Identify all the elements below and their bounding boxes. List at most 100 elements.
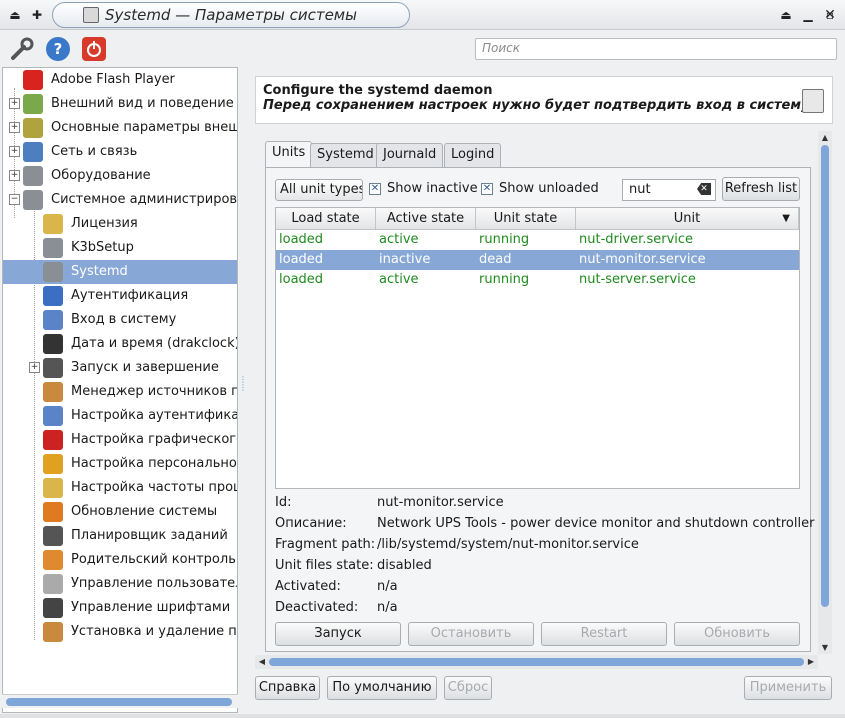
apply-button[interactable]: Применить	[744, 676, 832, 700]
tree-item[interactable]: + Внешний вид и поведение с	[3, 92, 237, 116]
expand-icon[interactable]: +	[9, 146, 20, 157]
detail-label: Id:	[275, 495, 292, 510]
window-menu-icon[interactable]: ✚	[28, 6, 46, 24]
column-header-unit[interactable]: Unit ▼	[576, 208, 799, 230]
tree-item[interactable]: − Системное администрирова	[3, 188, 237, 212]
expand-icon[interactable]: +	[9, 98, 20, 109]
minimize-icon[interactable]: ▁	[799, 6, 817, 24]
detail-value: /lib/systemd/system/nut-monitor.service	[377, 537, 639, 552]
scroll-up-icon[interactable]: ▲	[818, 133, 832, 142]
tree-item[interactable]: + Оборудование	[3, 164, 237, 188]
tree-item[interactable]: Установка и удаление пр	[3, 620, 237, 644]
help-button[interactable]: Справка	[255, 676, 320, 700]
tree-item[interactable]: + Запуск и завершение	[3, 356, 237, 380]
tree-item[interactable]: Управление пользовател	[3, 572, 237, 596]
module-subtitle: Перед сохранением настроек нужно будет п…	[263, 98, 810, 113]
tree-item-label: Обновление системы	[71, 504, 218, 519]
module-header: Configure the systemd daemon Перед сохра…	[255, 76, 833, 124]
table-row[interactable]: loaded inactive dead nut-monitor.service	[276, 250, 799, 270]
tree-item[interactable]: Управление шрифтами	[3, 596, 237, 620]
tree-item-label: Аутентификация	[71, 288, 189, 303]
tree-item[interactable]: + Сеть и связь	[3, 140, 237, 164]
clock-icon	[43, 334, 63, 354]
firewall-icon	[43, 454, 63, 474]
tree-item[interactable]: Настройка графического	[3, 428, 237, 452]
unit-type-select[interactable]: All unit types	[275, 179, 363, 201]
systemd-icon	[43, 262, 63, 282]
tree-item[interactable]: Дата и время (drakclock)	[3, 332, 237, 356]
tab-logind[interactable]: Logind	[444, 143, 502, 167]
tree-item[interactable]: Аутентификация	[3, 284, 237, 308]
fonts-icon	[43, 598, 63, 618]
content-horizontal-scrollbar[interactable]: ◀ ▶	[255, 655, 818, 669]
detail-value: n/a	[377, 600, 398, 615]
column-header-load-state[interactable]: Load state	[276, 208, 376, 230]
shade-icon[interactable]: ⏏	[777, 6, 795, 24]
expand-icon[interactable]: +	[9, 170, 20, 181]
tree-item[interactable]: Менеджер источников пр	[3, 380, 237, 404]
expand-icon[interactable]: +	[29, 362, 40, 373]
collapse-icon[interactable]: −	[9, 194, 20, 205]
tab-units[interactable]: Units	[265, 141, 313, 168]
keep-above-icon[interactable]: ⏏	[6, 6, 24, 24]
window-title-pill: Systemd — Параметры системы	[52, 2, 410, 28]
detail-value: n/a	[377, 579, 398, 594]
tree-item[interactable]: Systemd	[3, 260, 237, 284]
tree-item[interactable]: Adobe Flash Player	[3, 68, 237, 92]
tree-item-label: Дата и время (drakclock)	[71, 336, 237, 351]
tree-item[interactable]: Вход в систему	[3, 308, 237, 332]
install-remove-icon	[43, 622, 63, 642]
detail-value: Network UPS Tools - power device monitor…	[377, 516, 815, 531]
tab-systemd[interactable]: Systemd	[310, 143, 381, 167]
hardware-icon	[23, 166, 43, 186]
tree-horizontal-scrollbar[interactable]	[2, 694, 238, 708]
expand-icon[interactable]: +	[9, 122, 20, 133]
tree-item-label: Вход в систему	[71, 312, 177, 327]
refresh-list-button[interactable]: Refresh list	[722, 177, 800, 201]
reset-button[interactable]: Сброс	[444, 676, 492, 700]
content-vertical-scrollbar[interactable]: ▲ ▼	[818, 131, 832, 654]
column-header-active-state[interactable]: Active state	[376, 208, 476, 230]
tree-item[interactable]: Лицензия	[3, 212, 237, 236]
tree-item-label: Настройка персонального	[71, 456, 237, 471]
start-unit-button[interactable]: Запуск	[275, 622, 401, 646]
tree-item[interactable]: Настройка частоты проце	[3, 476, 237, 500]
load-state-cell: loaded	[279, 252, 324, 267]
network-icon	[23, 142, 43, 162]
tab-journald[interactable]: Journald	[376, 143, 444, 167]
scroll-left-icon[interactable]: ◀	[255, 657, 269, 666]
tree-item-label: Настройка аутентификац	[71, 408, 237, 423]
tree-item[interactable]: Планировщик заданий	[3, 524, 237, 548]
search-input[interactable]: Поиск	[475, 38, 837, 60]
table-row[interactable]: loaded active running nut-server.service	[276, 270, 799, 290]
restart-unit-button[interactable]: Restart	[541, 622, 667, 646]
show-inactive-checkbox[interactable]: ✕	[369, 183, 381, 195]
tree-item[interactable]: Настройка аутентификац	[3, 404, 237, 428]
configure-tool-icon[interactable]	[8, 35, 36, 63]
detail-label: Fragment path:	[275, 537, 376, 552]
tree-item[interactable]: Обновление системы	[3, 500, 237, 524]
tree-item[interactable]: + Основные параметры внеш	[3, 116, 237, 140]
defaults-button[interactable]: По умолчанию	[327, 676, 437, 700]
splitter-handle[interactable]: ⋮ ⋮	[239, 376, 247, 402]
stop-unit-button[interactable]: Остановить	[408, 622, 534, 646]
detail-label: Описание:	[275, 516, 347, 531]
module-tree[interactable]: Adobe Flash Player + Внешний вид и поведен…	[2, 67, 238, 713]
unit-name-cell: nut-monitor.service	[579, 252, 706, 267]
tree-item[interactable]: Настройка персонального	[3, 452, 237, 476]
scroll-down-icon[interactable]: ▼	[818, 643, 832, 652]
tree-item[interactable]: K3bSetup	[3, 236, 237, 260]
table-row[interactable]: loaded active running nut-driver.service	[276, 230, 799, 250]
units-table[interactable]: Load state Active state Unit state Unit …	[275, 207, 800, 489]
scroll-right-icon[interactable]: ▶	[804, 657, 818, 666]
admin-lock-icon	[802, 89, 824, 113]
reload-unit-button[interactable]: Обновить	[674, 622, 800, 646]
basic-settings-icon	[23, 118, 43, 138]
show-unloaded-checkbox[interactable]: ✕	[481, 183, 493, 195]
quit-icon[interactable]	[80, 35, 108, 63]
close-icon[interactable]: ✕	[821, 6, 839, 24]
help-icon[interactable]: ?	[44, 35, 72, 63]
column-header-unit-state[interactable]: Unit state	[476, 208, 576, 230]
active-state-cell: active	[379, 272, 419, 287]
tree-item[interactable]: Родительский контроль	[3, 548, 237, 572]
